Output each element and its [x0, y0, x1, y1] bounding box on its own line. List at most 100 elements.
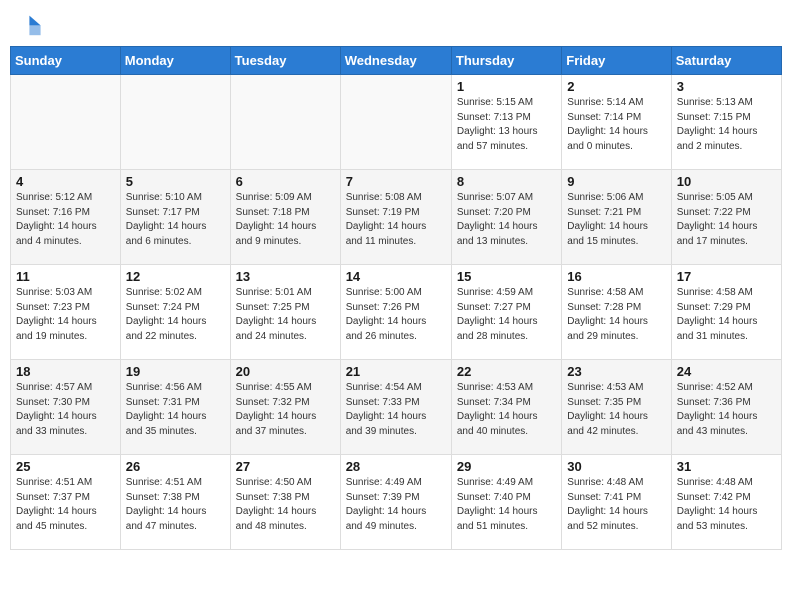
day-info: Sunrise: 4:55 AM Sunset: 7:32 PM Dayligh…: [236, 381, 335, 439]
calendar-cell: 14Sunrise: 5:00 AM Sunset: 7:26 PM Dayli…: [340, 265, 451, 360]
logo: [14, 10, 44, 38]
day-number: 28: [346, 459, 446, 474]
calendar-cell: 13 Sunrise: 5:01 AM Sunset: 7:25 PM Dayli…: [230, 265, 340, 360]
day-number: 26: [126, 459, 225, 474]
day-info: Sunrise: 4:57 AM Sunset: 7:30 PM Dayligh…: [16, 381, 115, 439]
day-number: 2: [567, 79, 665, 94]
calendar-cell: 7 Sunrise: 5:08 AM Sunset: 7:19 PM Daylig…: [340, 170, 451, 265]
calendar-cell: 28 Sunrise: 4:49 AM Sunset: 7:39 PM Dayli…: [340, 455, 451, 550]
calendar-cell: 23Sunrise: 4:53 AM Sunset: 7:35 PM Dayli…: [562, 360, 671, 455]
calendar-week-row: 11 Sunrise: 5:03 AM Sunset: 7:23 PM Dayli…: [11, 265, 782, 360]
day-info: Sunrise: 4:58 AM Sunset: 7:29 PM Dayligh…: [677, 286, 776, 344]
day-info: Sunrise: 4:48 AM Sunset: 7:42 PM Dayligh…: [677, 476, 776, 534]
calendar-cell: 22 Sunrise: 4:53 AM Sunset: 7:34 PM Dayli…: [451, 360, 561, 455]
calendar-cell: 21 Sunrise: 4:54 AM Sunset: 7:33 PM Dayli…: [340, 360, 451, 455]
day-number: 9: [567, 174, 665, 189]
day-number: 23: [567, 364, 665, 379]
day-number: 19: [126, 364, 225, 379]
day-number: 30: [567, 459, 665, 474]
day-number: 11: [16, 269, 115, 284]
day-info: Sunrise: 5:03 AM Sunset: 7:23 PM Dayligh…: [16, 286, 115, 344]
calendar-cell: 6 Sunrise: 5:09 AM Sunset: 7:18 PM Daylig…: [230, 170, 340, 265]
day-number: 25: [16, 459, 115, 474]
calendar-cell: 27Sunrise: 4:50 AM Sunset: 7:38 PM Dayli…: [230, 455, 340, 550]
day-number: 20: [236, 364, 335, 379]
day-info: Sunrise: 4:49 AM Sunset: 7:40 PM Dayligh…: [457, 476, 556, 534]
day-of-week-header: Sunday: [11, 47, 121, 75]
calendar-cell: [11, 75, 121, 170]
calendar-cell: 18 Sunrise: 4:57 AM Sunset: 7:30 PM Dayli…: [11, 360, 121, 455]
day-number: 10: [677, 174, 776, 189]
day-of-week-header: Thursday: [451, 47, 561, 75]
calendar-week-row: 1Sunrise: 5:15 AM Sunset: 7:13 PM Daylig…: [11, 75, 782, 170]
day-number: 12: [126, 269, 225, 284]
day-of-week-header: Friday: [562, 47, 671, 75]
day-info: Sunrise: 4:51 AM Sunset: 7:37 PM Dayligh…: [16, 476, 115, 534]
day-info: Sunrise: 5:07 AM Sunset: 7:20 PM Dayligh…: [457, 191, 556, 249]
calendar-week-row: 4Sunrise: 5:12 AM Sunset: 7:16 PM Daylig…: [11, 170, 782, 265]
day-info: Sunrise: 4:49 AM Sunset: 7:39 PM Dayligh…: [346, 476, 446, 534]
day-info: Sunrise: 4:54 AM Sunset: 7:33 PM Dayligh…: [346, 381, 446, 439]
calendar-week-row: 25 Sunrise: 4:51 AM Sunset: 7:37 PM Dayli…: [11, 455, 782, 550]
day-info: Sunrise: 5:02 AM Sunset: 7:24 PM Dayligh…: [126, 286, 225, 344]
day-number: 17: [677, 269, 776, 284]
day-number: 7: [346, 174, 446, 189]
day-of-week-header: Monday: [120, 47, 230, 75]
day-number: 3: [677, 79, 776, 94]
day-info: Sunrise: 5:08 AM Sunset: 7:19 PM Dayligh…: [346, 191, 446, 249]
day-number: 16: [567, 269, 665, 284]
day-info: Sunrise: 4:56 AM Sunset: 7:31 PM Dayligh…: [126, 381, 225, 439]
calendar-cell: 4Sunrise: 5:12 AM Sunset: 7:16 PM Daylig…: [11, 170, 121, 265]
day-number: 8: [457, 174, 556, 189]
calendar-cell: 29 Sunrise: 4:49 AM Sunset: 7:40 PM Dayli…: [451, 455, 561, 550]
page-header: [10, 10, 782, 38]
day-number: 24: [677, 364, 776, 379]
day-info: Sunrise: 5:13 AM Sunset: 7:15 PM Dayligh…: [677, 96, 776, 154]
day-number: 13: [236, 269, 335, 284]
calendar-cell: 30 Sunrise: 4:48 AM Sunset: 7:41 PM Dayli…: [562, 455, 671, 550]
day-number: 21: [346, 364, 446, 379]
day-info: Sunrise: 5:12 AM Sunset: 7:16 PM Dayligh…: [16, 191, 115, 249]
days-of-week-row: SundayMondayTuesdayWednesdayThursdayFrid…: [11, 47, 782, 75]
calendar-cell: 26 Sunrise: 4:51 AM Sunset: 7:38 PM Dayli…: [120, 455, 230, 550]
calendar-cell: 10Sunrise: 5:05 AM Sunset: 7:22 PM Dayli…: [671, 170, 781, 265]
calendar-week-row: 18 Sunrise: 4:57 AM Sunset: 7:30 PM Dayli…: [11, 360, 782, 455]
day-number: 27: [236, 459, 335, 474]
day-info: Sunrise: 5:01 AM Sunset: 7:25 PM Dayligh…: [236, 286, 335, 344]
day-info: Sunrise: 4:52 AM Sunset: 7:36 PM Dayligh…: [677, 381, 776, 439]
calendar-cell: 17 Sunrise: 4:58 AM Sunset: 7:29 PM Dayli…: [671, 265, 781, 360]
day-info: Sunrise: 5:09 AM Sunset: 7:18 PM Dayligh…: [236, 191, 335, 249]
day-of-week-header: Saturday: [671, 47, 781, 75]
day-info: Sunrise: 5:15 AM Sunset: 7:13 PM Dayligh…: [457, 96, 556, 154]
logo-icon: [14, 10, 42, 38]
day-info: Sunrise: 5:14 AM Sunset: 7:14 PM Dayligh…: [567, 96, 665, 154]
calendar-cell: 16 Sunrise: 4:58 AM Sunset: 7:28 PM Dayli…: [562, 265, 671, 360]
day-info: Sunrise: 4:58 AM Sunset: 7:28 PM Dayligh…: [567, 286, 665, 344]
calendar-cell: 12 Sunrise: 5:02 AM Sunset: 7:24 PM Dayli…: [120, 265, 230, 360]
day-number: 22: [457, 364, 556, 379]
day-info: Sunrise: 4:51 AM Sunset: 7:38 PM Dayligh…: [126, 476, 225, 534]
day-number: 14: [346, 269, 446, 284]
day-number: 15: [457, 269, 556, 284]
calendar-cell: 20 Sunrise: 4:55 AM Sunset: 7:32 PM Dayli…: [230, 360, 340, 455]
day-number: 5: [126, 174, 225, 189]
calendar-cell: 15Sunrise: 4:59 AM Sunset: 7:27 PM Dayli…: [451, 265, 561, 360]
day-of-week-header: Wednesday: [340, 47, 451, 75]
calendar-cell: [120, 75, 230, 170]
day-info: Sunrise: 4:48 AM Sunset: 7:41 PM Dayligh…: [567, 476, 665, 534]
calendar-cell: 8 Sunrise: 5:07 AM Sunset: 7:20 PM Daylig…: [451, 170, 561, 265]
calendar-cell: 5Sunrise: 5:10 AM Sunset: 7:17 PM Daylig…: [120, 170, 230, 265]
calendar-cell: 24 Sunrise: 4:52 AM Sunset: 7:36 PM Dayli…: [671, 360, 781, 455]
calendar-cell: 9Sunrise: 5:06 AM Sunset: 7:21 PM Daylig…: [562, 170, 671, 265]
day-number: 31: [677, 459, 776, 474]
calendar-cell: 1Sunrise: 5:15 AM Sunset: 7:13 PM Daylig…: [451, 75, 561, 170]
calendar-cell: 3 Sunrise: 5:13 AM Sunset: 7:15 PM Daylig…: [671, 75, 781, 170]
day-number: 29: [457, 459, 556, 474]
calendar-cell: [340, 75, 451, 170]
day-number: 18: [16, 364, 115, 379]
calendar-cell: 25 Sunrise: 4:51 AM Sunset: 7:37 PM Dayli…: [11, 455, 121, 550]
day-info: Sunrise: 4:53 AM Sunset: 7:34 PM Dayligh…: [457, 381, 556, 439]
calendar-cell: 2 Sunrise: 5:14 AM Sunset: 7:14 PM Daylig…: [562, 75, 671, 170]
day-number: 6: [236, 174, 335, 189]
calendar-cell: [230, 75, 340, 170]
